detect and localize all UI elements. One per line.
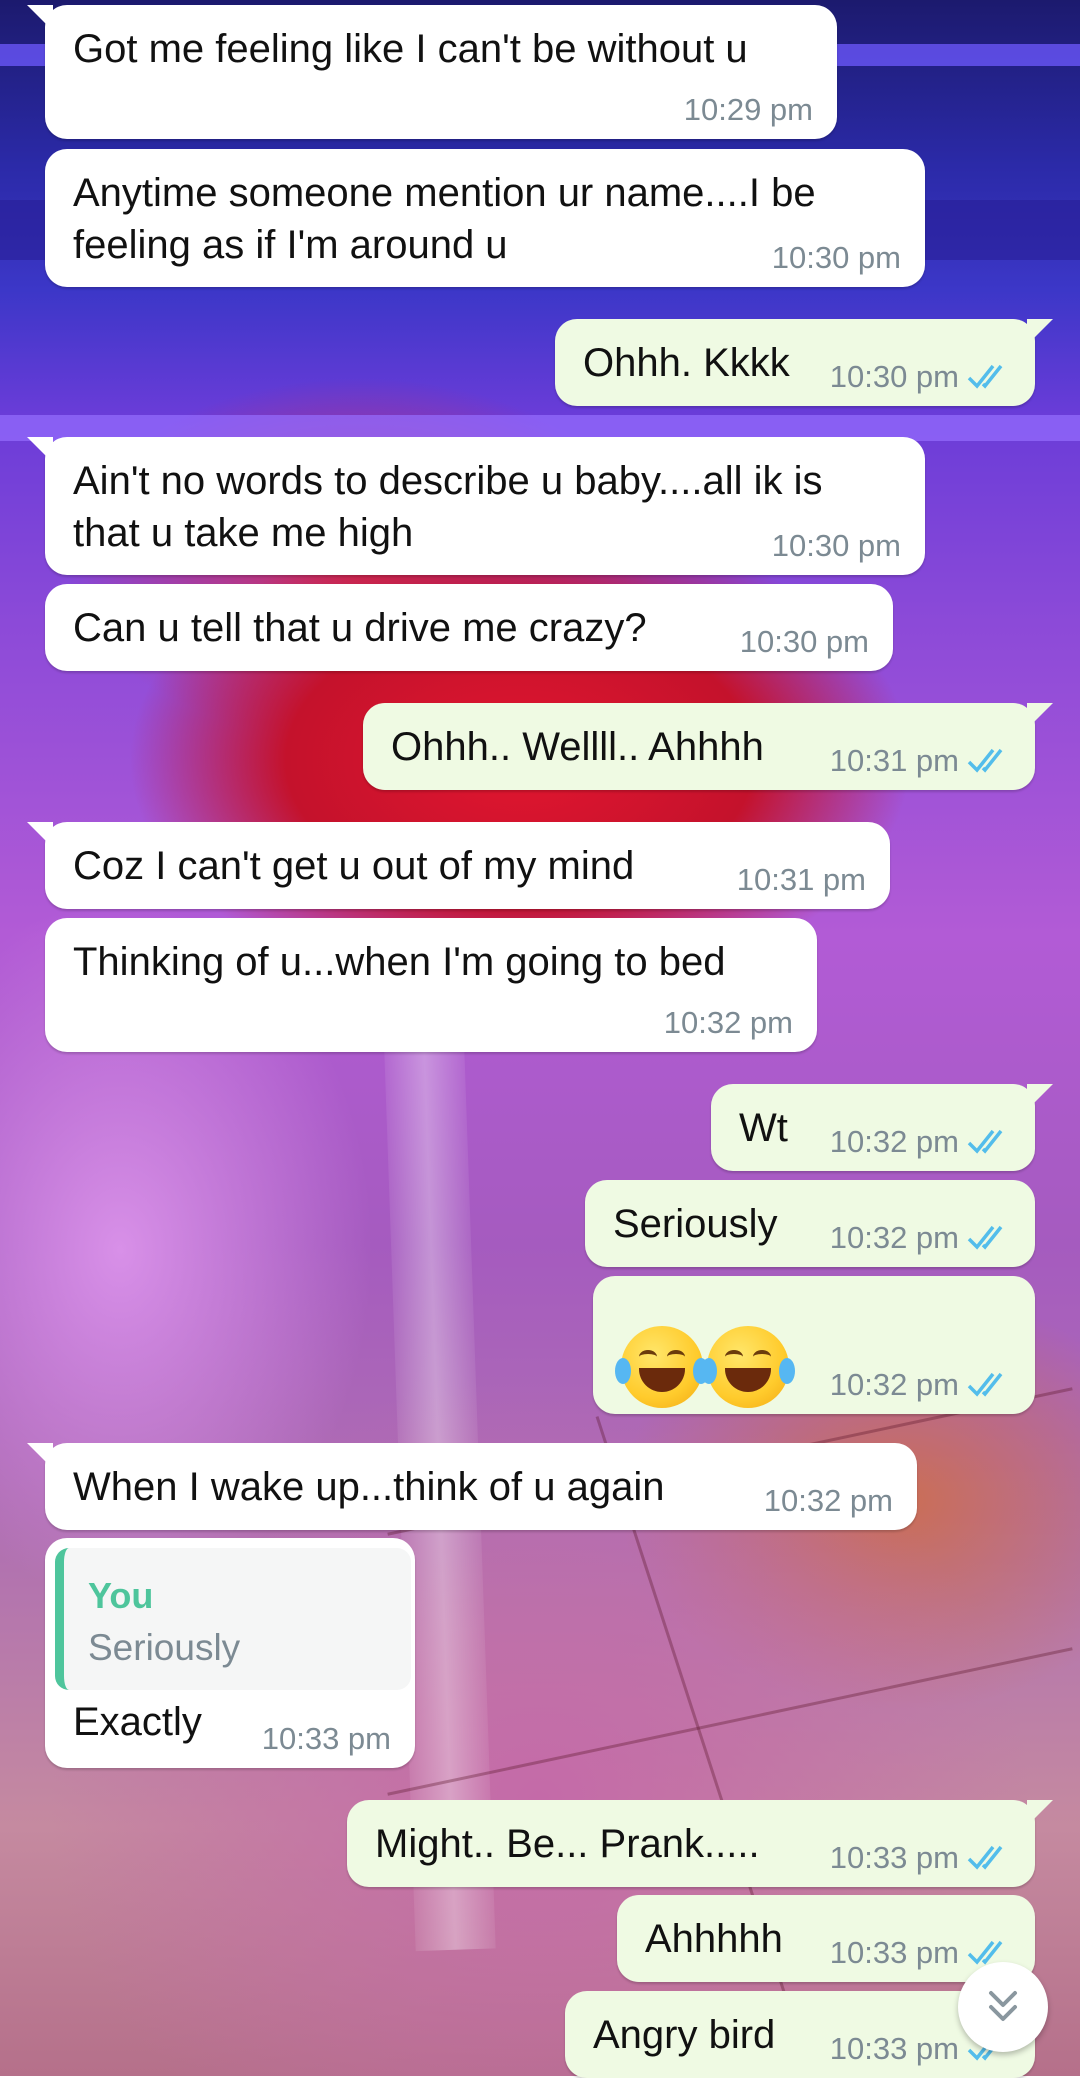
message-time: 10:32 pm <box>829 1367 959 1402</box>
message-list[interactable]: Got me feeling like I can't be without u… <box>0 0 1080 2078</box>
double-check-read-icon <box>967 748 1003 773</box>
outgoing-message[interactable]: Wt 10:32 pm <box>711 1084 1053 1171</box>
message-meta: 10:32 pm <box>830 1221 1013 1255</box>
outgoing-message[interactable]: Seriously 10:32 pm <box>585 1180 1035 1267</box>
message-time: 10:30 pm <box>739 624 869 659</box>
double-check-read-icon <box>967 1372 1003 1397</box>
message-meta: 10:32 pm <box>764 1484 893 1518</box>
message-meta: 10:33 pm <box>830 1841 1013 1875</box>
incoming-message[interactable]: Can u tell that u drive me crazy? 10:30 … <box>45 584 893 671</box>
message-meta: 10:30 pm <box>772 529 901 563</box>
incoming-message[interactable]: When I wake up...think of u again 10:32 … <box>27 1443 917 1530</box>
outgoing-message[interactable]: Ahhhhh 10:33 pm <box>617 1895 1035 1982</box>
message-text: Ohhh.. Wellll.. Ahhhh <box>391 725 764 769</box>
message-text: Angry bird <box>593 2013 776 2057</box>
outgoing-emoji-message[interactable]: 10:32 pm <box>593 1276 1035 1414</box>
message-text: When I wake up...think of u again <box>73 1465 665 1509</box>
message-meta: 10:30 pm <box>740 625 869 659</box>
double-check-read-icon <box>967 1845 1003 1870</box>
incoming-message[interactable]: Got me feeling like I can't be without u… <box>27 5 837 139</box>
message-meta: 10:31 pm <box>830 744 1013 778</box>
double-check-read-icon <box>967 364 1003 389</box>
message-text: Got me feeling like I can't be without u <box>73 27 748 71</box>
incoming-message[interactable]: Ain't no words to describe u baby....all… <box>27 437 925 575</box>
message-text: Ahhhhh <box>645 1917 783 1961</box>
message-text: Thinking of u...when I'm going to bed <box>73 940 726 984</box>
face-with-tears-of-joy-icon <box>701 1326 795 1408</box>
message-time: 10:32 pm <box>763 1483 893 1518</box>
message-text: Can u tell that u drive me crazy? <box>73 606 647 650</box>
message-text: Exactly <box>73 1700 202 1744</box>
message-text: Might.. Be... Prank..... <box>375 1822 760 1866</box>
message-meta: 10:32 pm <box>830 1368 1013 1402</box>
message-meta: 10:30 pm <box>772 241 901 275</box>
incoming-message[interactable]: Thinking of u...when I'm going to bed 10… <box>45 918 817 1052</box>
double-check-read-icon <box>967 1129 1003 1154</box>
outgoing-message[interactable]: Ohhh. Kkkk 10:30 pm <box>555 319 1053 406</box>
incoming-message[interactable]: Coz I can't get u out of my mind 10:31 p… <box>27 822 890 909</box>
message-meta: 10:32 pm <box>664 1006 793 1040</box>
message-meta: 10:32 pm <box>830 1125 1013 1159</box>
message-meta: 10:31 pm <box>737 863 866 897</box>
quoted-text: Seriously <box>88 1627 241 1668</box>
message-time: 10:33 pm <box>829 1935 959 1970</box>
quoted-sender: You <box>88 1575 154 1616</box>
message-text: Ain't no words to describe u baby....all… <box>73 459 823 555</box>
message-time: 10:32 pm <box>829 1220 959 1255</box>
message-time: 10:33 pm <box>829 1840 959 1875</box>
outgoing-message[interactable]: Ohhh.. Wellll.. Ahhhh 10:31 pm <box>363 703 1053 790</box>
message-time: 10:30 pm <box>771 240 901 275</box>
incoming-message[interactable]: Anytime someone mention ur name....I be … <box>45 149 925 287</box>
message-time: 10:30 pm <box>771 528 901 563</box>
message-time: 10:30 pm <box>829 359 959 394</box>
message-text: Coz I can't get u out of my mind <box>73 844 635 888</box>
message-time: 10:29 pm <box>683 92 813 127</box>
message-time: 10:33 pm <box>261 1721 391 1756</box>
message-time: 10:31 pm <box>736 862 866 897</box>
incoming-reply-message[interactable]: You Seriously Exactly 10:33 pm <box>45 1538 415 1768</box>
double-chevron-down-icon <box>989 1991 1017 2021</box>
scroll-to-bottom-button[interactable] <box>958 1962 1048 2052</box>
face-with-tears-of-joy-icon <box>615 1326 709 1408</box>
message-meta: 10:30 pm <box>830 360 1013 394</box>
outgoing-message[interactable]: Might.. Be... Prank..... 10:33 pm <box>347 1800 1053 1887</box>
message-text: Ohhh. Kkkk <box>583 341 790 385</box>
double-check-read-icon <box>967 1225 1003 1250</box>
message-meta: 10:29 pm <box>684 93 813 127</box>
message-time: 10:32 pm <box>663 1005 793 1040</box>
message-text: Anytime someone mention ur name....I be … <box>73 171 816 267</box>
message-text: Wt <box>739 1106 788 1150</box>
message-time: 10:31 pm <box>829 743 959 778</box>
quoted-message[interactable]: You Seriously <box>55 1548 411 1690</box>
message-time: 10:32 pm <box>829 1124 959 1159</box>
message-time: 10:33 pm <box>829 2031 959 2066</box>
message-text: Seriously <box>613 1202 778 1246</box>
message-meta: 10:33 pm <box>262 1722 391 1756</box>
